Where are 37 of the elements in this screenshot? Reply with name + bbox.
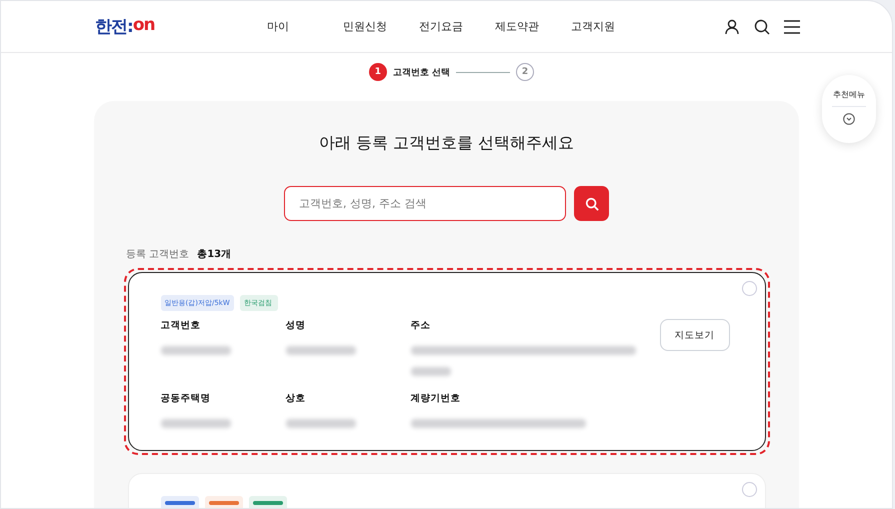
step-number: 2 (516, 63, 534, 81)
nav-link[interactable]: 전기요금 (419, 19, 495, 34)
list-label: 등록 고객번호 (126, 248, 190, 261)
field-label: 계량기번호 (410, 392, 462, 405)
logo[interactable]: 한전:on (95, 15, 245, 38)
blurred-value (286, 346, 356, 355)
nav-link[interactable]: 제도약관 (495, 19, 571, 34)
tag (248, 496, 286, 508)
blurred-value (286, 419, 356, 428)
field-label: 상호 (286, 392, 306, 405)
recommend-label: 추천메뉴 (833, 89, 865, 100)
step-label: 고객번호 선택 (392, 66, 450, 78)
field-label: 고객번호 (160, 319, 202, 332)
blurred-value (160, 419, 230, 428)
nav-link[interactable]: 민원신청 (343, 19, 419, 34)
chevron-down-icon[interactable] (843, 113, 855, 125)
search-field[interactable]: 고객번호, 성명, 주소 검색 (284, 186, 566, 221)
user-icon[interactable] (724, 18, 740, 34)
field-label: 성명 (286, 319, 306, 332)
map-button[interactable]: 지도보기 (660, 319, 730, 351)
step-number: 1 (368, 63, 387, 81)
blurred-value (410, 367, 450, 376)
page-title: 아래 등록 고객번호를 선택해주세요 (318, 133, 574, 154)
menu-icon[interactable] (784, 20, 800, 34)
blurred-value (160, 346, 230, 355)
search-icon (584, 196, 598, 210)
nav-link[interactable]: 마이 (267, 19, 343, 34)
tag (204, 496, 242, 508)
field-label: 주소 (410, 319, 432, 332)
radio-button[interactable] (742, 482, 756, 497)
list-count: 총13개 (197, 248, 232, 261)
nav-link[interactable]: 고객지원 (571, 19, 647, 34)
field-label: 공동주택명 (160, 392, 212, 405)
radio-button[interactable] (742, 281, 756, 296)
tag (160, 496, 198, 508)
search-button[interactable] (574, 186, 609, 221)
search-icon[interactable] (754, 18, 770, 34)
